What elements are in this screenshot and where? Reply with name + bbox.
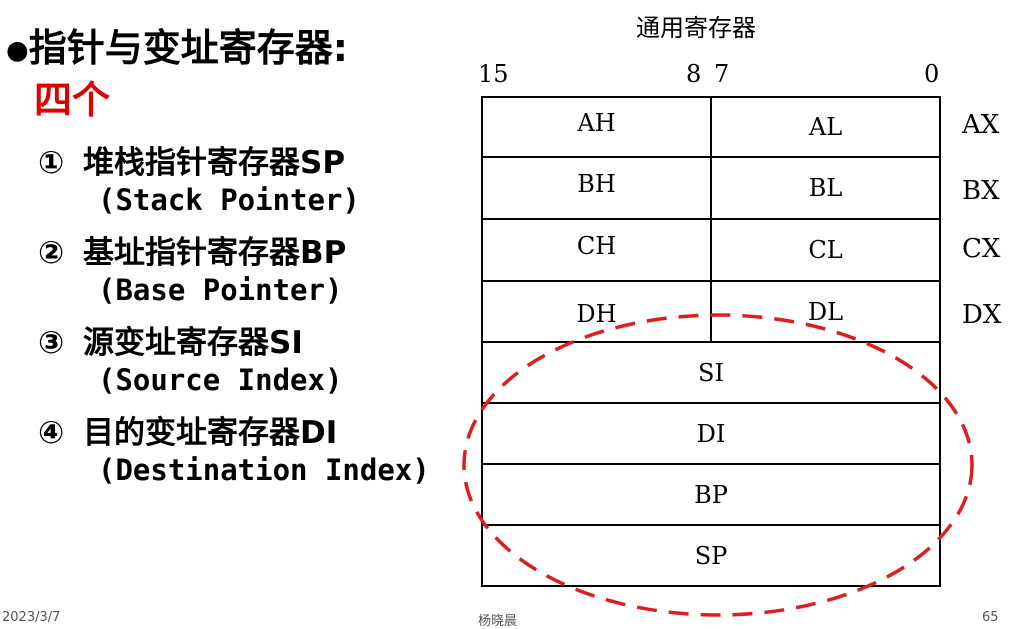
reg-si: SI [698,358,724,387]
reg-dh: DH [576,299,617,328]
bit-8-label: 8 [686,60,702,88]
item-1-label: 堆栈指针寄存器SP [83,145,346,181]
reg-sp-cell: SP [481,524,941,587]
reg-cl: CL [808,236,843,264]
slide-heading: ●指针与变址寄存器: [6,26,348,73]
item-1: ① 堆栈指针寄存器SP [38,145,345,181]
reg-bx-label: BX [962,176,1000,206]
reg-sp: SP [694,541,728,570]
reg-bp-cell: BP [481,463,941,526]
reg-si-cell: SI [481,341,941,404]
reg-dx-label: DX [962,300,1002,330]
reg-dl-cell: DL [710,280,941,343]
footer-date: 2023/3/7 [2,610,61,625]
item-1-sub: (Stack Pointer) [98,183,360,217]
reg-al-cell: AL [710,96,941,158]
reg-ah-cell: AH [481,96,712,158]
reg-cx-label: CX [962,234,1001,264]
item-3-label: 源变址寄存器SI [83,325,303,361]
item-3-num: ③ [38,325,65,361]
reg-dh-cell: DH [481,280,712,343]
item-2: ② 基址指针寄存器BP [38,235,346,271]
item-2-label: 基址指针寄存器BP [83,235,347,271]
bit-0-label: 0 [924,60,940,88]
item-4-sub: (Destination Index) [98,453,430,487]
reg-ah: AH [577,109,616,137]
reg-di: DI [696,419,726,448]
item-1-num: ① [38,145,65,181]
heading-count: 四个 [34,78,111,122]
footer-author: 杨晓晨 [478,614,518,629]
item-3: ③ 源变址寄存器SI [38,325,303,361]
bit-15-label: 15 [478,60,509,88]
item-4-label: 目的变址寄存器DI [83,415,338,451]
item-3-sub: (Source Index) [98,363,343,397]
item-4: ④ 目的变址寄存器DI [38,415,337,451]
reg-ax-label: AX [962,110,1000,140]
reg-dl: DL [807,297,844,326]
reg-di-cell: DI [481,402,941,465]
item-2-num: ② [38,235,65,271]
item-2-sub: (Base Pointer) [98,273,343,307]
reg-ch-cell: CH [481,218,712,282]
diagram-title: 通用寄存器 [636,14,756,42]
bullet-icon: ● [6,35,29,66]
page-number: 65 [982,610,999,625]
reg-bl: BL [808,174,843,202]
reg-al: AL [808,113,843,141]
reg-bh: BH [577,170,616,198]
bit-7-label: 7 [714,60,730,88]
reg-bh-cell: BH [481,156,712,220]
reg-cl-cell: CL [710,218,941,282]
reg-ch: CH [576,232,617,260]
reg-bp: BP [694,480,728,509]
reg-bl-cell: BL [710,156,941,220]
heading-text: 指针与变址寄存器: [28,26,348,70]
item-4-num: ④ [38,415,65,451]
